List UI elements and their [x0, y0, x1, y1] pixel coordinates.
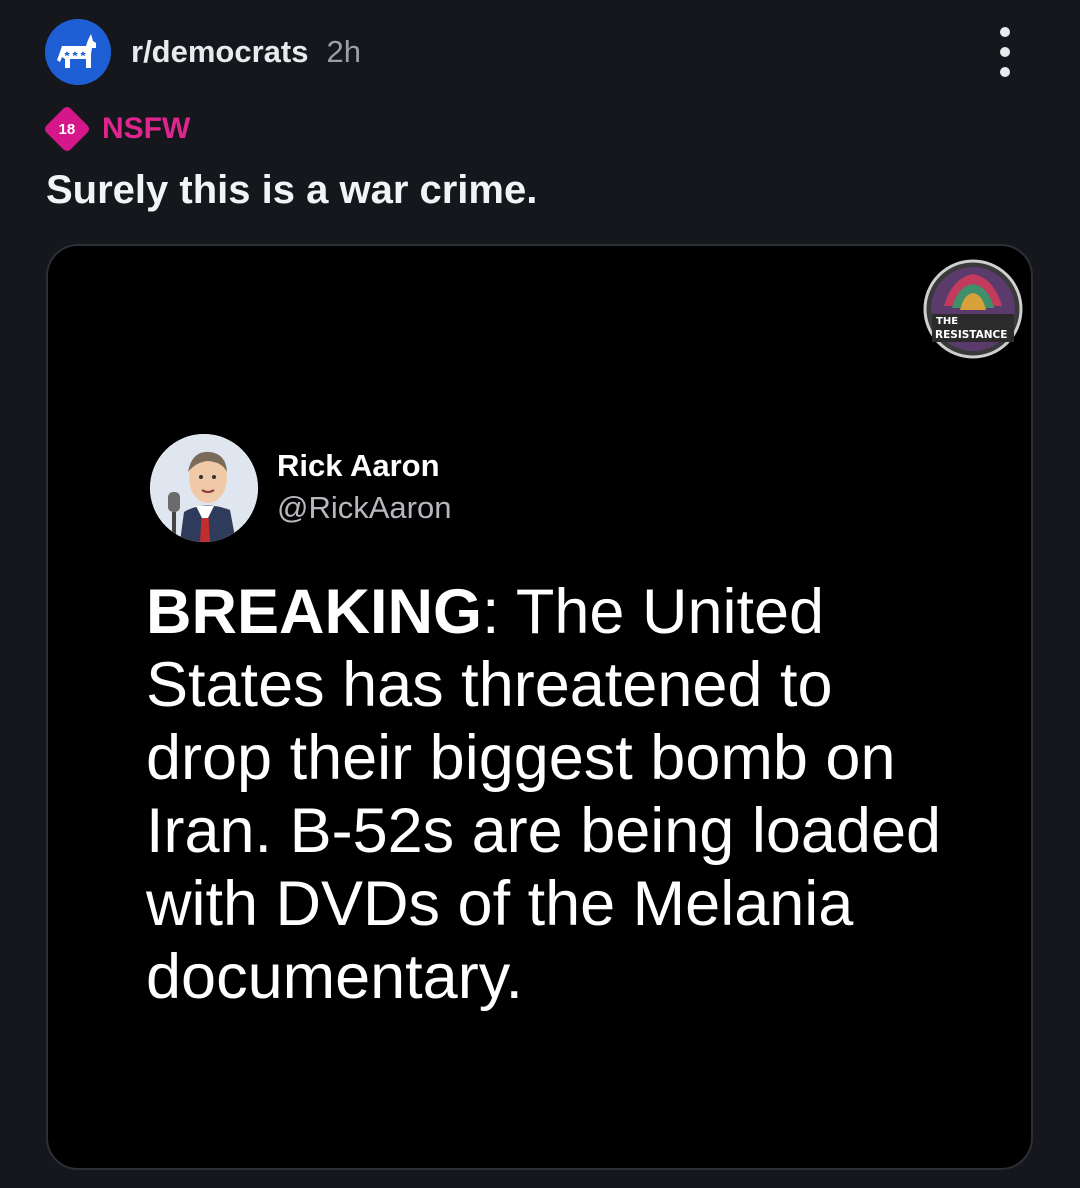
tweet-handle: @RickAaron — [277, 490, 452, 525]
resistance-logo-icon: THE RESISTANCE — [923, 259, 1023, 359]
post-title[interactable]: Surely this is a war crime. — [46, 168, 537, 213]
nsfw-18-icon: 18 — [42, 104, 92, 154]
tweet-text: BREAKING: The United States has threaten… — [146, 576, 966, 1014]
tweet-lead: BREAKING — [146, 577, 483, 647]
post-header: r/democrats 2h — [45, 18, 1035, 86]
post-age: 2h — [326, 34, 361, 69]
caricature-avatar-icon — [150, 434, 258, 542]
more-vertical-icon[interactable] — [993, 27, 1017, 77]
nsfw-badge-number: 18 — [58, 120, 76, 138]
subreddit-name[interactable]: r/democrats — [131, 34, 308, 70]
tweet-author-name: Rick Aaron — [277, 448, 440, 483]
nsfw-tag: 18 NSFW — [42, 104, 191, 154]
post-image[interactable]: THE RESISTANCE Rick Aaron @RickAaron BRE… — [46, 244, 1033, 1170]
tweet-author-avatar — [150, 434, 258, 542]
nsfw-label: NSFW — [102, 112, 191, 145]
subreddit-avatar[interactable] — [45, 19, 111, 85]
donkey-icon — [57, 34, 96, 68]
logo-text-line1: THE — [936, 316, 958, 327]
logo-text-line2: RESISTANCE — [935, 329, 1007, 341]
